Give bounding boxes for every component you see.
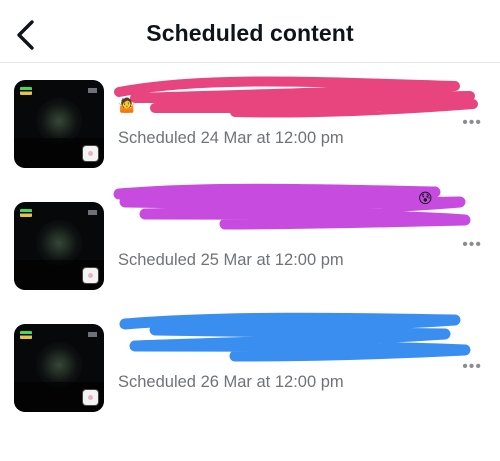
post-thumbnail[interactable] bbox=[14, 324, 104, 412]
redacted-caption bbox=[119, 312, 471, 362]
header-divider bbox=[0, 62, 500, 63]
camera-icon bbox=[83, 268, 98, 283]
camera-icon bbox=[83, 390, 98, 405]
more-options-icon[interactable]: ••• bbox=[462, 359, 482, 375]
camera-icon bbox=[83, 146, 98, 161]
post-thumbnail[interactable] bbox=[14, 80, 104, 168]
scheduled-time: Scheduled 25 Mar at 12:00 pm bbox=[118, 251, 344, 269]
top-bar: Scheduled content bbox=[0, 0, 500, 62]
scheduled-post-row[interactable]: 😰 Scheduled 25 Mar at 12:00 pm ••• bbox=[0, 183, 500, 314]
scheduled-post-row[interactable]: ⁠ 🤷 Scheduled 24 Mar at 12:00 pm ••• bbox=[0, 76, 500, 192]
post-thumbnail[interactable] bbox=[14, 202, 104, 290]
scheduled-time: Scheduled 26 Mar at 12:00 pm bbox=[118, 373, 344, 391]
worried-face-emoji-icon: 😰 bbox=[418, 190, 433, 206]
scheduled-post-row[interactable]: Scheduled 26 Mar at 12:00 pm ••• bbox=[0, 312, 500, 436]
page-title: Scheduled content bbox=[146, 20, 354, 46]
more-options-icon[interactable]: ••• bbox=[462, 237, 482, 253]
more-options-icon[interactable]: ••• bbox=[462, 115, 482, 131]
person-emoji-icon: 🤷 bbox=[118, 97, 136, 113]
scheduled-time: Scheduled 24 Mar at 12:00 pm bbox=[118, 129, 344, 147]
